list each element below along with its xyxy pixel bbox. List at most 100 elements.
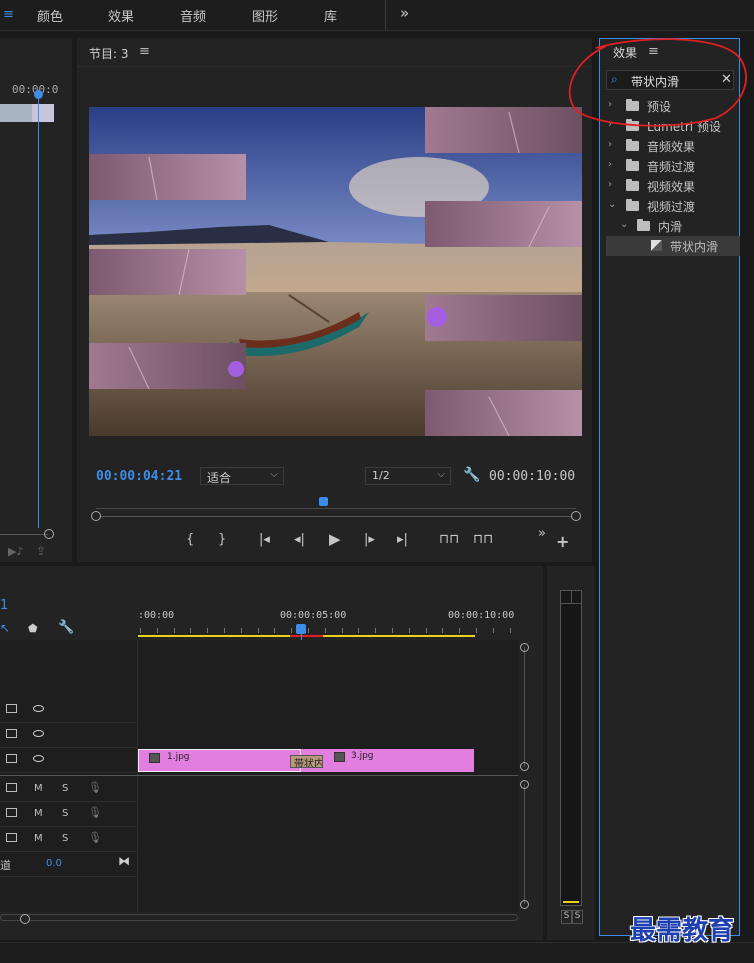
chevron-right-icon: › bbox=[608, 139, 612, 150]
source-scrollbar[interactable] bbox=[0, 534, 48, 535]
program-menu-icon[interactable]: ≡ bbox=[139, 44, 150, 59]
tree-item-audio-transitions[interactable]: › 音频过渡 bbox=[606, 156, 740, 176]
timeline-vscroll-audio[interactable] bbox=[524, 784, 525, 904]
ruler-tick bbox=[157, 628, 158, 633]
source-scroll-handle[interactable] bbox=[44, 529, 54, 539]
vscroll-handle-bottom[interactable] bbox=[520, 762, 529, 771]
play-icon[interactable]: ▶ bbox=[329, 530, 341, 548]
solo-right-button[interactable]: S bbox=[572, 910, 583, 924]
add-marker-icon[interactable]: ⬟ bbox=[28, 622, 38, 635]
ruler-tick bbox=[190, 628, 191, 633]
ruler-time-start: :00:00 bbox=[138, 610, 175, 621]
master-volume-value[interactable]: 0.0 bbox=[46, 858, 62, 869]
step-back-icon[interactable]: ◂| bbox=[294, 532, 305, 547]
mic-icon[interactable]: 🎙 bbox=[88, 831, 102, 844]
video-track-3[interactable] bbox=[0, 698, 138, 723]
tree-item-video-effects[interactable]: › 视频效果 bbox=[606, 176, 740, 196]
lift-icon[interactable]: ⊓⊓ bbox=[439, 532, 459, 547]
resolution-select[interactable]: 1/2 ⌵ bbox=[365, 467, 451, 485]
video-audio-divider bbox=[0, 775, 518, 776]
timeline-hscroll[interactable] bbox=[0, 914, 518, 921]
ruler-tick bbox=[442, 628, 443, 633]
snap-icon[interactable]: ↖ bbox=[0, 621, 10, 635]
tree-item-slide[interactable]: ⌄ 内滑 bbox=[606, 216, 740, 236]
step-forward-icon[interactable]: |▸ bbox=[364, 532, 375, 547]
program-title: 节目: 3 bbox=[89, 47, 129, 61]
meter-peak-indicator bbox=[563, 901, 579, 903]
hscroll-handle[interactable] bbox=[20, 914, 30, 924]
export-frame-icon[interactable]: ⇪ bbox=[36, 544, 46, 558]
solo-button[interactable]: S bbox=[62, 833, 68, 844]
mark-in-icon[interactable]: { bbox=[186, 532, 194, 547]
ruler-tick bbox=[207, 628, 208, 633]
zoom-fit-select[interactable]: 适合 ⌵ bbox=[200, 467, 284, 485]
eye-icon[interactable] bbox=[33, 705, 44, 712]
scrub-start-handle[interactable] bbox=[91, 511, 101, 521]
vscroll-handle-top[interactable] bbox=[520, 643, 529, 652]
video-track-1[interactable] bbox=[0, 748, 138, 773]
audio-track-3[interactable]: M S 🎙 bbox=[0, 827, 138, 852]
clip-2[interactable]: 3.jpg bbox=[301, 749, 474, 772]
ruler-tick bbox=[459, 628, 460, 633]
extract-icon[interactable]: ⊓⊓ bbox=[473, 532, 493, 547]
timeline-settings-icon[interactable]: 🔧 bbox=[58, 620, 74, 635]
tab-audio[interactable]: 音频 bbox=[180, 6, 206, 25]
workspace-menu-icon[interactable]: ≡ bbox=[3, 7, 14, 22]
master-expand-icon[interactable]: ⧓ bbox=[118, 854, 130, 868]
tab-library[interactable]: 库 bbox=[324, 6, 337, 25]
ruler-tick bbox=[392, 628, 393, 633]
vscroll-audio-top[interactable] bbox=[520, 780, 529, 789]
audio-track-1[interactable]: M S 🎙 bbox=[0, 777, 138, 802]
program-time-ruler[interactable] bbox=[96, 508, 576, 509]
vscroll-audio-bottom[interactable] bbox=[520, 900, 529, 909]
clip-1[interactable]: 1.jpg bbox=[138, 749, 301, 772]
mic-icon[interactable]: 🎙 bbox=[88, 806, 102, 819]
tab-divider bbox=[385, 0, 386, 30]
settings-wrench-icon[interactable]: 🔧 bbox=[463, 467, 480, 483]
mute-button[interactable]: M bbox=[34, 808, 43, 819]
go-to-out-icon[interactable]: ▸| bbox=[397, 532, 408, 547]
timeline-vscroll[interactable] bbox=[524, 647, 525, 767]
timeline-playhead[interactable] bbox=[296, 624, 306, 634]
eye-icon[interactable] bbox=[33, 755, 44, 762]
chevron-down-icon: ⌄ bbox=[620, 219, 629, 230]
ruler-tick bbox=[258, 628, 259, 633]
sequence-number: 1 bbox=[0, 598, 9, 613]
video-track-2[interactable] bbox=[0, 723, 138, 748]
more-workspaces-icon[interactable]: » bbox=[400, 4, 409, 22]
ruler-tick bbox=[274, 628, 275, 633]
more-controls-icon[interactable]: » bbox=[538, 526, 546, 541]
audio-track-2[interactable]: M S 🎙 bbox=[0, 802, 138, 827]
tree-item-band-slide[interactable]: 带状内滑 bbox=[606, 236, 740, 256]
program-scrub-line[interactable] bbox=[96, 516, 576, 517]
solo-button[interactable]: S bbox=[62, 808, 68, 819]
solo-button[interactable]: S bbox=[62, 783, 68, 794]
top-bar: ≡ 颜色 效果 音频 图形 库 » bbox=[0, 0, 754, 31]
ruler-tick bbox=[409, 628, 410, 633]
tab-graphics[interactable]: 图形 bbox=[252, 6, 278, 25]
chevron-right-icon: › bbox=[608, 159, 612, 170]
tab-color[interactable]: 颜色 bbox=[37, 6, 63, 25]
tree-item-label: 音频效果 bbox=[647, 140, 696, 154]
eye-icon[interactable] bbox=[33, 730, 44, 737]
mute-button[interactable]: M bbox=[34, 783, 43, 794]
add-button-icon[interactable]: + bbox=[556, 532, 569, 551]
mic-icon[interactable]: 🎙 bbox=[88, 781, 102, 794]
scrub-end-handle[interactable] bbox=[571, 511, 581, 521]
master-track[interactable]: 道 0.0 ⧓ bbox=[0, 852, 138, 877]
clip-1-name: 1.jpg bbox=[167, 752, 190, 762]
tree-item-audio-effects[interactable]: › 音频效果 bbox=[606, 136, 740, 156]
insert-icon[interactable]: ▶♪ bbox=[8, 545, 23, 558]
ruler-tick bbox=[291, 628, 292, 633]
solo-left-button[interactable]: S bbox=[561, 910, 572, 924]
transition-icon bbox=[651, 240, 662, 251]
transition-block[interactable]: 带状内 bbox=[290, 755, 323, 768]
go-to-in-icon[interactable]: |◂ bbox=[259, 532, 270, 547]
tree-item-video-transitions[interactable]: ⌄ 视频过渡 bbox=[606, 196, 740, 216]
tree-item-label: 音频过渡 bbox=[647, 160, 696, 174]
mark-out-icon[interactable]: } bbox=[218, 532, 226, 547]
mute-button[interactable]: M bbox=[34, 833, 43, 844]
program-playhead[interactable] bbox=[319, 497, 328, 506]
program-current-timecode[interactable]: 00:00:04:21 bbox=[96, 469, 182, 484]
tab-effects[interactable]: 效果 bbox=[108, 6, 134, 25]
